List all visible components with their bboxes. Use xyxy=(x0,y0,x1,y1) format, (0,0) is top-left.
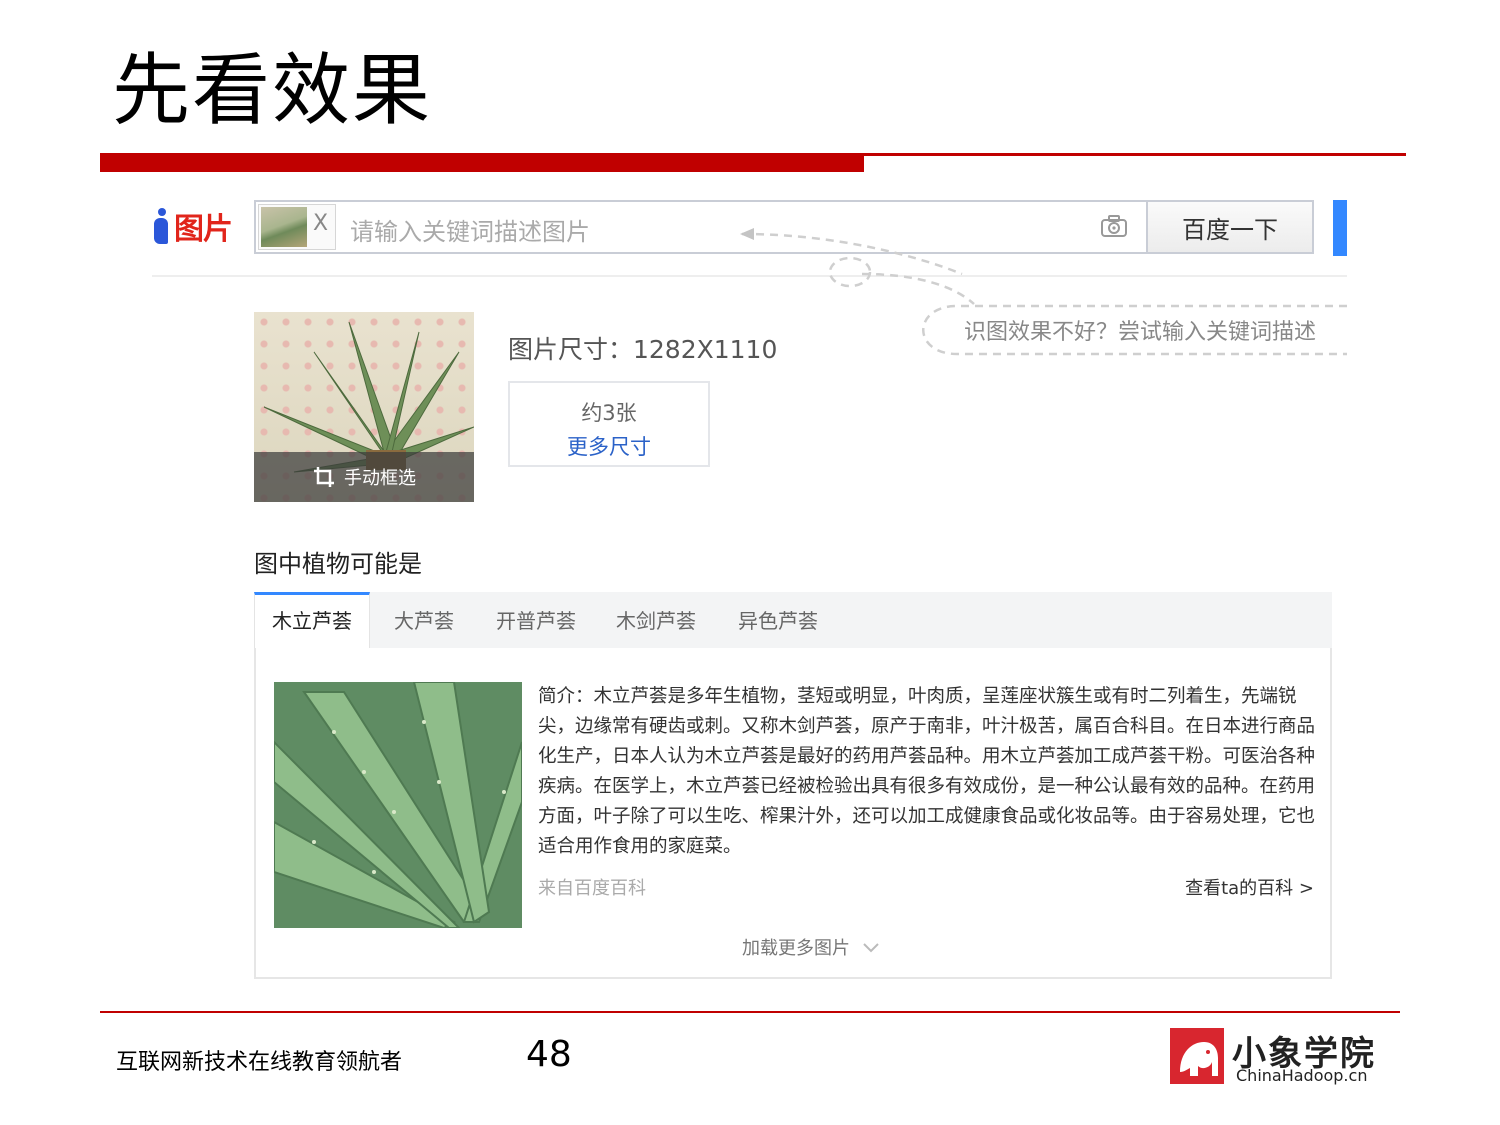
more-sizes-link[interactable]: 更多尺寸 xyxy=(510,431,708,461)
crop-icon xyxy=(314,467,334,487)
search-input[interactable]: 请输入关键词描述图片 xyxy=(350,212,590,247)
query-image-preview[interactable]: 手动框选 xyxy=(254,312,474,502)
screenshot-panel: 图片 X 请输入关键词描述图片 百度一下 识图效果不好？尝试输入关键词描述 手动… xyxy=(152,186,1347,996)
brand-url: ChinaHadoop.cn xyxy=(1236,1066,1368,1085)
image-size-label: 图片尺寸：1282X1110 xyxy=(508,335,778,364)
footer-divider xyxy=(100,1011,1400,1013)
footer-slogan: 互联网新技术在线教育领航者 xyxy=(116,1050,403,1075)
tab-plant-4[interactable]: 木剑芦荟 xyxy=(606,592,706,650)
elephant-logo-icon xyxy=(1170,1028,1224,1084)
load-more-label: 加载更多图片 xyxy=(742,938,850,959)
chevron-down-icon xyxy=(863,943,879,953)
plant-section-title: 图中植物可能是 xyxy=(254,550,422,578)
remove-image-button[interactable]: X xyxy=(313,211,328,236)
plant-intro-text: 简介：木立芦荟是多年生植物，茎短或明显，叶肉质，呈莲座状簇生或有时二列着生，先端… xyxy=(538,686,1316,857)
slide-title: 先看效果 xyxy=(112,46,433,136)
source-label: 来自百度百科 xyxy=(538,878,646,899)
baidu-image-logo[interactable]: 图片 xyxy=(154,204,233,248)
plant-info-card: 简介：木立芦荟是多年生植物，茎短或明显，叶肉质，呈莲座状簇生或有时二列着生，先端… xyxy=(254,648,1332,979)
paw-icon xyxy=(154,208,170,244)
title-underline-thin xyxy=(864,153,1406,156)
query-thumbnail xyxy=(261,207,307,247)
page-number: 48 xyxy=(526,1034,572,1075)
tab-plant-3[interactable]: 开普芦荟 xyxy=(486,592,586,650)
tab-plant-5[interactable]: 异色芦荟 xyxy=(728,592,828,650)
aloe-closeup-image xyxy=(274,682,522,928)
hint-text: 识图效果不好？尝试输入关键词描述 xyxy=(964,320,1317,345)
manual-crop-button[interactable]: 手动框选 xyxy=(254,452,474,502)
tab-plant-2[interactable]: 大芦荟 xyxy=(378,592,470,650)
query-image-chip[interactable]: X xyxy=(258,204,336,250)
brand-logo: 小象学院 ChinaHadoop.cn xyxy=(1170,1028,1390,1086)
plant-photo[interactable] xyxy=(274,682,522,928)
view-baike-link[interactable]: 查看ta的百科 > xyxy=(1185,874,1314,900)
size-option-box[interactable]: 约3张 更多尺寸 xyxy=(508,381,710,467)
title-underline-thick xyxy=(100,153,864,172)
manual-crop-label: 手动框选 xyxy=(344,468,416,489)
tab-plant-1[interactable]: 木立芦荟 xyxy=(254,592,370,650)
size-count: 约3张 xyxy=(581,401,637,425)
load-more-button[interactable]: 加载更多图片 xyxy=(742,934,880,960)
logo-text: 图片 xyxy=(174,212,233,247)
